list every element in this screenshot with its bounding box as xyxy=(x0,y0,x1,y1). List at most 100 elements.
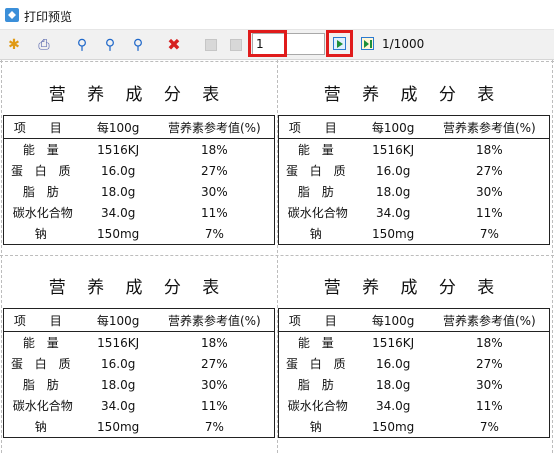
table-row: 脂 肪 18.0g 30% xyxy=(4,181,275,202)
table-cell: 30% xyxy=(476,184,503,199)
nutrition-table: 项 目每100g 营养素参考值(%) 能 量 1516KJ 18% 蛋 白 质 16.0g 2… xyxy=(3,308,275,438)
table-cell: 碳水化合物 xyxy=(287,206,348,220)
table-cell: 蛋 白 质 xyxy=(285,164,350,178)
last-page-icon[interactable] xyxy=(361,37,374,50)
title-bar: 打印预览 xyxy=(0,0,554,30)
table-cell: 34.0g xyxy=(100,205,136,220)
table-cell: 能 量 xyxy=(22,336,63,350)
column-header: 每100g xyxy=(81,115,155,139)
table-cell: 1516KJ xyxy=(97,142,140,157)
nutrition-label: 营 养 成 分 表项 目每100g 营养素参考值(%) 能 量 1516KJ 18% 蛋 … xyxy=(275,253,551,443)
nutrition-table: 项 目每100g 营养素参考值(%) 能 量 1516KJ 18% 蛋 白 质 16.0g 2… xyxy=(3,115,275,245)
table-cell: 11% xyxy=(201,205,228,220)
table-cell: 18.0g xyxy=(100,377,136,392)
table-cell: 150mg xyxy=(97,419,140,434)
column-header: 项 目 xyxy=(3,308,82,332)
nutrition-label: 营 养 成 分 表项 目每100g 营养素参考值(%) 能 量 1516KJ 18% 蛋 … xyxy=(275,60,551,250)
table-cell: 蛋 白 质 xyxy=(10,164,75,178)
table-cell: 钠 xyxy=(34,420,51,434)
column-header: 项 目 xyxy=(3,115,82,139)
table-row: 蛋 白 质 16.0g 27% xyxy=(4,160,275,181)
column-header: 每100g xyxy=(356,115,430,139)
table-cell: 11% xyxy=(476,205,503,220)
previous-page-icon[interactable] xyxy=(226,35,246,55)
table-cell: 脂 肪 xyxy=(22,185,63,199)
nutrition-table: 项 目每100g 营养素参考值(%) 能 量 1516KJ 18% 蛋 白 质 16.0g 2… xyxy=(278,308,550,438)
table-cell: 27% xyxy=(201,163,228,178)
table-cell: 1516KJ xyxy=(97,335,140,350)
table-cell: 11% xyxy=(476,398,503,413)
column-header: 营养素参考值(%) xyxy=(154,115,275,139)
table-row: 蛋 白 质 16.0g 27% xyxy=(4,353,275,374)
table-row: 钠 150mg 7% xyxy=(279,416,550,438)
table-cell: 18% xyxy=(201,335,228,350)
app-icon xyxy=(5,8,19,22)
table-cell: 18% xyxy=(201,142,228,157)
label-title: 营 养 成 分 表 xyxy=(48,85,228,105)
table-cell: 34.0g xyxy=(375,205,411,220)
table-row: 钠 150mg 7% xyxy=(4,416,275,438)
table-row: 能 量 1516KJ 18% xyxy=(279,139,550,161)
table-cell: 脂 肪 xyxy=(297,378,338,392)
table-row: 能 量 1516KJ 18% xyxy=(4,332,275,354)
label-title: 营 养 成 分 表 xyxy=(48,278,228,298)
window-title: 打印预览 xyxy=(24,10,73,24)
table-cell: 30% xyxy=(476,377,503,392)
table-cell: 18.0g xyxy=(100,184,136,199)
zoom-out-icon[interactable]: ⚲ xyxy=(72,35,92,55)
table-cell: 钠 xyxy=(309,420,326,434)
first-page-icon[interactable] xyxy=(201,35,221,55)
table-cell: 16.0g xyxy=(375,356,411,371)
column-header: 每100g xyxy=(356,308,430,332)
column-header: 项 目 xyxy=(278,115,357,139)
table-cell: 27% xyxy=(476,356,503,371)
table-cell: 碳水化合物 xyxy=(12,206,73,220)
table-cell: 18.0g xyxy=(375,377,411,392)
page-divider xyxy=(552,60,553,453)
table-cell: 蛋 白 质 xyxy=(10,357,75,371)
table-cell: 能 量 xyxy=(22,143,63,157)
table-header-row: 项 目每100g 营养素参考值(%) xyxy=(278,308,550,332)
table-row: 能 量 1516KJ 18% xyxy=(279,332,550,354)
column-header: 营养素参考值(%) xyxy=(154,308,275,332)
table-header-row: 项 目每100g 营养素参考值(%) xyxy=(3,308,275,332)
table-cell: 150mg xyxy=(372,419,415,434)
table-cell: 18% xyxy=(476,335,503,350)
table-cell: 碳水化合物 xyxy=(287,399,348,413)
table-cell: 碳水化合物 xyxy=(12,399,73,413)
printer-icon[interactable]: ⎙ xyxy=(34,35,54,55)
table-cell: 16.0g xyxy=(375,163,411,178)
close-preview-icon[interactable]: ✖ xyxy=(164,35,184,55)
table-cell: 150mg xyxy=(372,226,415,241)
table-cell: 7% xyxy=(204,226,224,241)
table-cell: 27% xyxy=(201,356,228,371)
nutrition-table: 项 目每100g 营养素参考值(%) 能 量 1516KJ 18% 蛋 白 质 16.0g 2… xyxy=(278,115,550,245)
go-to-page-icon[interactable] xyxy=(333,37,346,50)
table-cell: 16.0g xyxy=(100,163,136,178)
table-cell: 1516KJ xyxy=(372,335,415,350)
table-row: 碳水化合物 34.0g 11% xyxy=(279,202,550,223)
table-row: 蛋 白 质 16.0g 27% xyxy=(279,353,550,374)
label-title: 营 养 成 分 表 xyxy=(323,85,503,105)
table-cell: 34.0g xyxy=(375,398,411,413)
column-header: 营养素参考值(%) xyxy=(429,115,550,139)
table-cell: 18% xyxy=(476,142,503,157)
table-row: 脂 肪 18.0g 30% xyxy=(279,374,550,395)
settings-gear-icon[interactable]: ✱ xyxy=(4,35,24,55)
table-row: 能 量 1516KJ 18% xyxy=(4,139,275,161)
table-cell: 7% xyxy=(479,419,499,434)
table-cell: 能 量 xyxy=(297,336,338,350)
table-row: 脂 肪 18.0g 30% xyxy=(4,374,275,395)
table-cell: 34.0g xyxy=(100,398,136,413)
table-row: 钠 150mg 7% xyxy=(4,223,275,245)
zoom-in-icon[interactable]: ⚲ xyxy=(100,35,120,55)
page-count: 1/1000 xyxy=(382,37,425,51)
table-header-row: 项 目每100g 营养素参考值(%) xyxy=(3,115,275,139)
table-cell: 7% xyxy=(479,226,499,241)
column-header: 每100g xyxy=(81,308,155,332)
table-cell: 16.0g xyxy=(100,356,136,371)
preview-area[interactable]: 营 养 成 分 表项 目每100g 营养素参考值(%) 能 量 1516KJ 18% 蛋 … xyxy=(0,60,554,453)
nutrition-label: 营 养 成 分 表项 目每100g 营养素参考值(%) 能 量 1516KJ 18% 蛋 … xyxy=(0,60,276,250)
table-cell: 27% xyxy=(476,163,503,178)
zoom-fit-icon[interactable]: ⚲ xyxy=(128,35,148,55)
